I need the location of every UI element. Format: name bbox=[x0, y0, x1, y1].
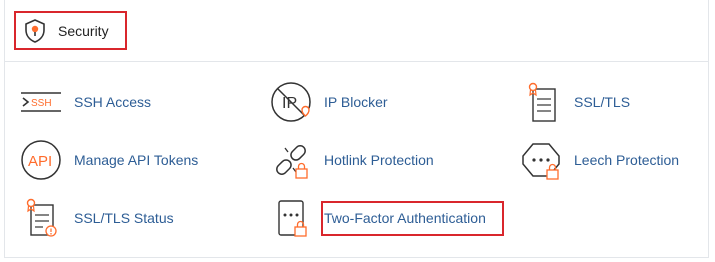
section-header: Security bbox=[4, 0, 709, 62]
leech-protection-link[interactable]: Leech Protection bbox=[518, 135, 679, 185]
two-factor-lock-icon bbox=[268, 195, 314, 241]
ssl-certificate-icon bbox=[518, 79, 564, 125]
api-icon: API bbox=[18, 137, 64, 183]
svg-text:IP: IP bbox=[282, 95, 297, 112]
hotlink-protection-label: Hotlink Protection bbox=[324, 152, 434, 168]
two-factor-authentication-link[interactable]: Two-Factor Authentication bbox=[268, 193, 486, 243]
section-title: Security bbox=[58, 22, 109, 39]
manage-api-tokens-link[interactable]: API Manage API Tokens bbox=[18, 135, 198, 185]
security-section-toggle[interactable]: Security bbox=[14, 11, 127, 50]
ssl-tls-label: SSL/TLS bbox=[574, 94, 631, 110]
svg-text:API: API bbox=[28, 153, 52, 170]
ssl-tls-status-label: SSL/TLS Status bbox=[74, 210, 174, 226]
ssh-terminal-icon: SSH bbox=[18, 79, 64, 125]
manage-api-tokens-label: Manage API Tokens bbox=[74, 152, 199, 168]
ssh-access-label: SSH Access bbox=[74, 94, 152, 110]
ssl-tls-status-link[interactable]: SSL/TLS Status bbox=[18, 193, 174, 243]
ip-blocker-label: IP Blocker bbox=[324, 94, 388, 110]
two-factor-authentication-label: Two-Factor Authentication bbox=[324, 210, 486, 226]
ip-blocker-icon: IP bbox=[268, 79, 314, 125]
leech-protection-label: Leech Protection bbox=[574, 152, 680, 168]
ssl-status-certificate-icon bbox=[18, 195, 64, 241]
broken-chain-lock-icon bbox=[268, 137, 314, 183]
svg-text:SSH: SSH bbox=[31, 98, 52, 109]
ip-blocker-link[interactable]: IP IP Blocker bbox=[268, 77, 388, 127]
shield-icon bbox=[25, 18, 45, 43]
hotlink-protection-link[interactable]: Hotlink Protection bbox=[268, 135, 434, 185]
password-lock-icon bbox=[518, 137, 564, 183]
ssh-access-link[interactable]: SSH SSH Access bbox=[18, 77, 151, 127]
ssl-tls-link[interactable]: SSL/TLS bbox=[518, 77, 630, 127]
